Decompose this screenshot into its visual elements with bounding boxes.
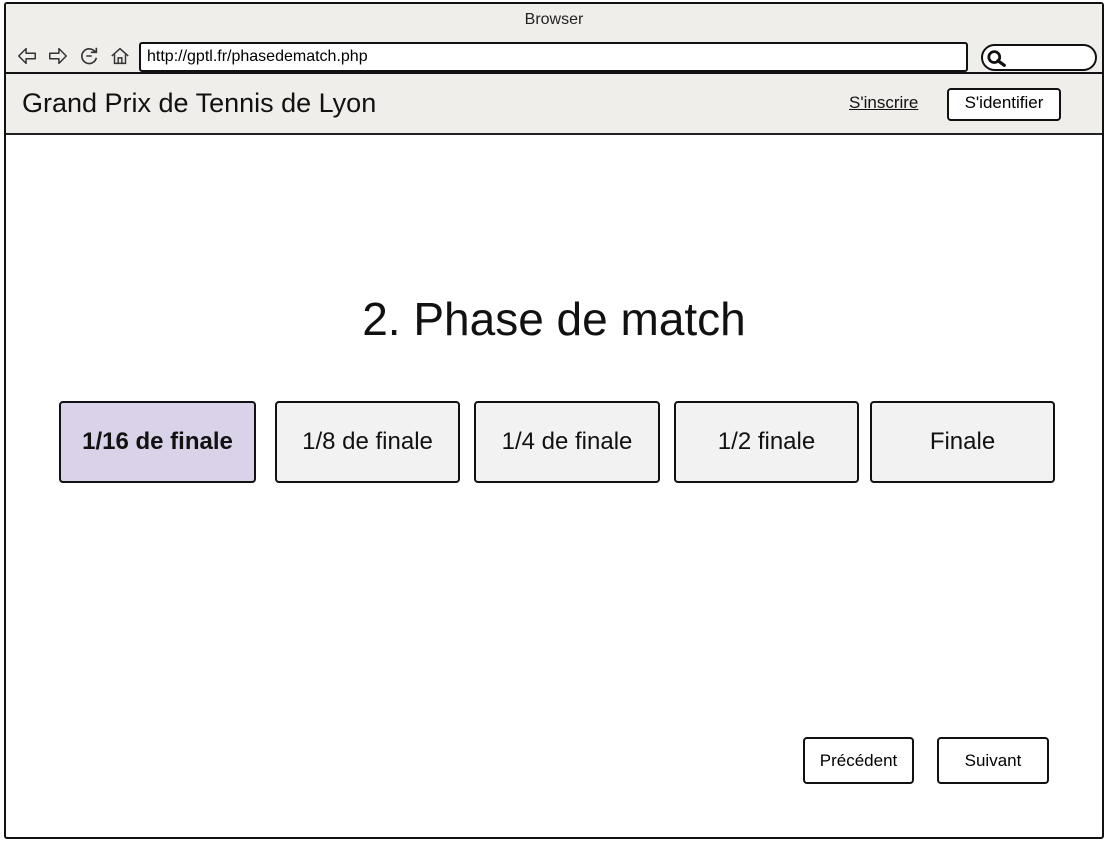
browser-title: Browser (524, 11, 584, 28)
phase-button-1-8[interactable]: 1/8 de finale (275, 401, 460, 483)
site-header: Grand Prix de Tennis de Lyon S'inscrire … (6, 74, 1102, 135)
home-icon[interactable] (107, 44, 132, 68)
forward-icon[interactable] (45, 44, 70, 68)
search-icon (987, 50, 1006, 67)
page-title: 2. Phase de match (362, 293, 746, 345)
reload-icon[interactable] (76, 44, 101, 68)
site-title: Grand Prix de Tennis de Lyon (22, 88, 377, 118)
phase-button-1-16[interactable]: 1/16 de finale (59, 401, 256, 483)
phase-selector: 1/16 de finale 1/8 de finale 1/4 de fina… (6, 401, 1102, 485)
browser-nav (14, 44, 132, 68)
browser-search-input[interactable] (981, 44, 1097, 71)
previous-button[interactable]: Précédent (803, 737, 914, 784)
login-button[interactable]: S'identifier (947, 88, 1061, 121)
phase-button-finale[interactable]: Finale (870, 401, 1055, 483)
next-button[interactable]: Suivant (937, 737, 1049, 784)
browser-window: Browser http://gptl.fr/phasedematch.php (4, 2, 1104, 839)
signup-link[interactable]: S'inscrire (849, 93, 918, 113)
phase-button-1-2[interactable]: 1/2 finale (674, 401, 859, 483)
browser-titlebar: Browser http://gptl.fr/phasedematch.php (6, 4, 1102, 74)
address-bar[interactable]: http://gptl.fr/phasedematch.php (139, 42, 968, 72)
back-icon[interactable] (14, 44, 39, 68)
phase-button-1-4[interactable]: 1/4 de finale (474, 401, 660, 483)
